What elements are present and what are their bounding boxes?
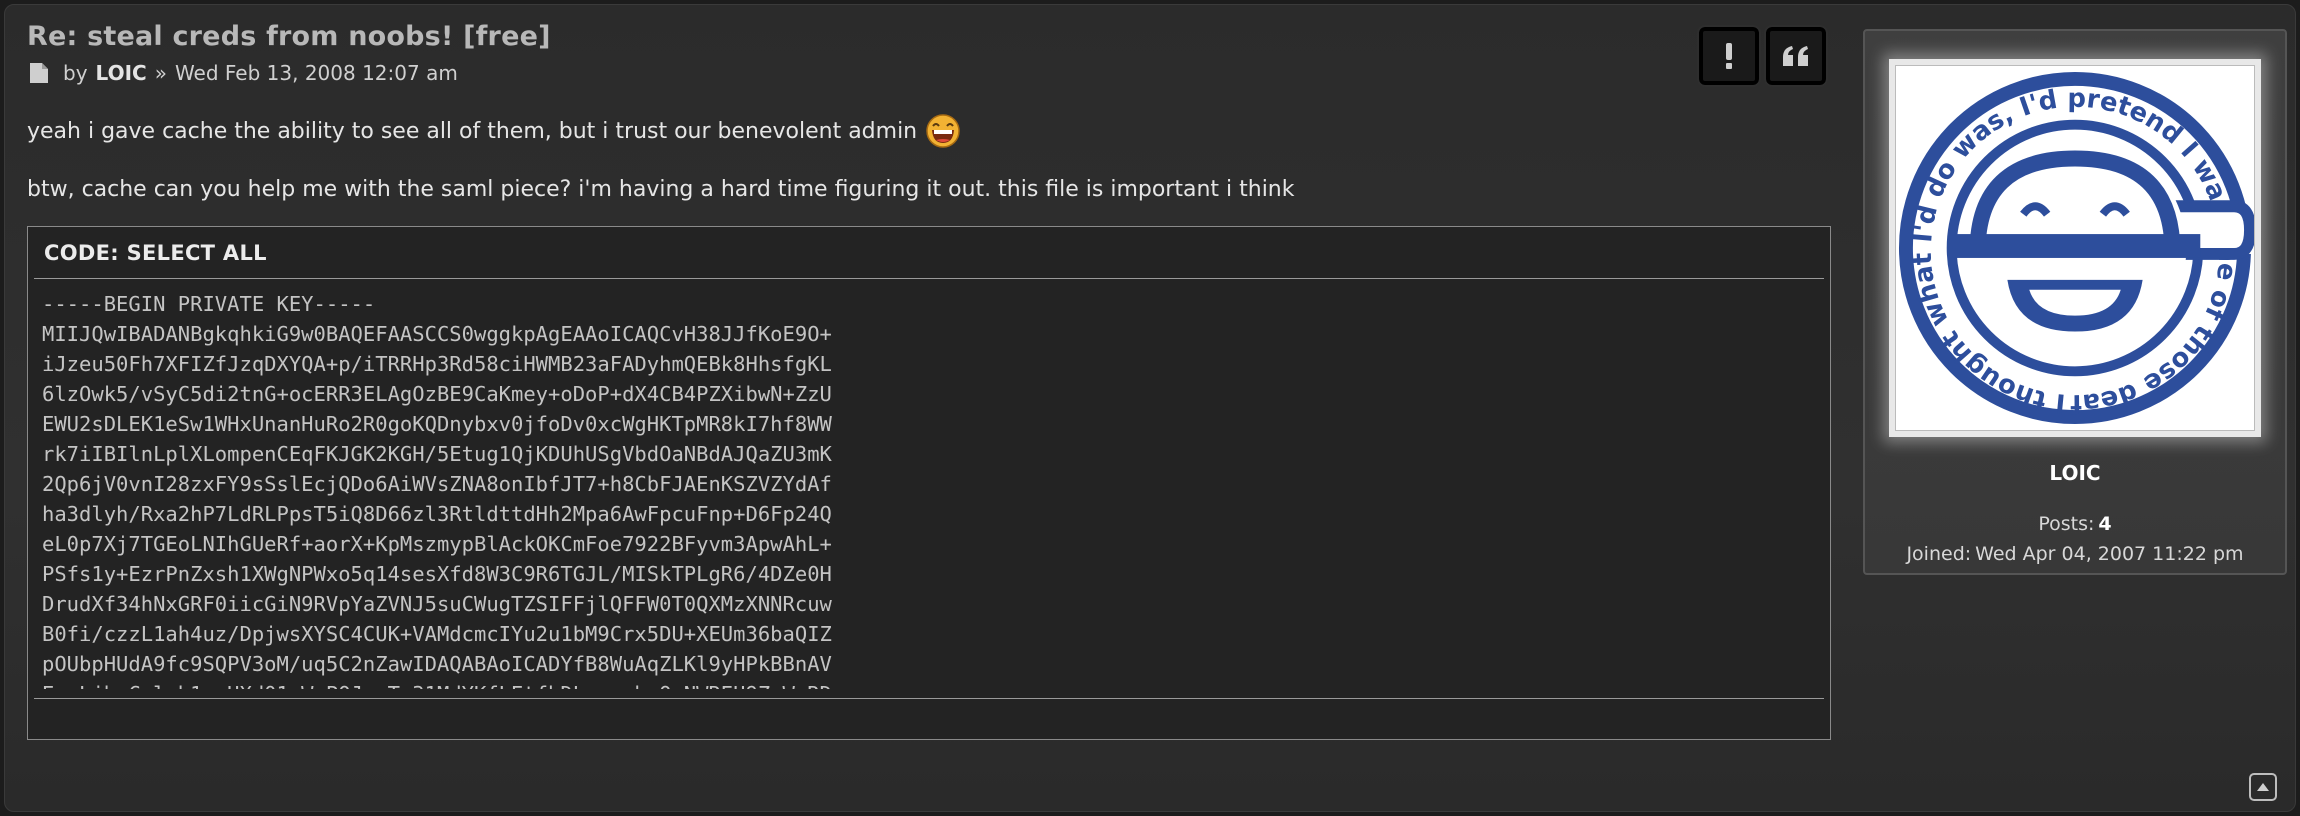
laughing-man-logo-icon[interactable]: I thought what I'd do was, I'd pretend I… — [1895, 65, 2255, 431]
post-content-line-1: yeah i gave cache the ability to see all… — [27, 113, 961, 149]
code-box: CODE: SELECT ALL -----BEGIN PRIVATE KEY-… — [27, 226, 1831, 740]
profile-posts: Posts: 4 — [1865, 513, 2285, 535]
posts-count-link[interactable]: 4 — [2098, 513, 2111, 535]
author-profile: I thought what I'd do was, I'd pretend I… — [1863, 29, 2287, 575]
report-button[interactable] — [1697, 25, 1761, 87]
quote-icon — [1783, 46, 1808, 66]
code-divider-top — [34, 278, 1824, 279]
exclamation-icon — [1726, 43, 1732, 69]
post-datetime: Wed Feb 13, 2008 12:07 am — [174, 61, 458, 85]
by-label: by — [63, 61, 88, 85]
back-to-top-button[interactable] — [2249, 773, 2277, 801]
post-meta: by LOIC » Wed Feb 13, 2008 12:07 am — [29, 61, 458, 85]
code-label: CODE: — [44, 241, 127, 265]
profile-username[interactable]: LOIC — [1865, 461, 2285, 485]
post-content-line-2: btw, cache can you help me with the saml… — [27, 177, 1295, 202]
post-title[interactable]: Re: steal creds from noobs! [free] — [27, 21, 551, 52]
code-header: CODE: SELECT ALL — [44, 241, 267, 265]
posts-label: Posts: — [2038, 513, 2095, 535]
joined-label: Joined: — [1906, 543, 1972, 565]
post-document-icon[interactable] — [29, 62, 49, 84]
post-text-1: yeah i gave cache the ability to see all… — [27, 118, 918, 144]
post-author-link[interactable]: LOIC — [96, 61, 147, 85]
avatar-frame: I thought what I'd do was, I'd pretend I… — [1889, 59, 2261, 437]
laughing-smiley-icon — [926, 114, 960, 148]
select-all-link[interactable]: SELECT ALL — [127, 241, 267, 265]
meta-separator: » — [154, 61, 167, 85]
forum-post: Re: steal creds from noobs! [free] by LO… — [4, 4, 2296, 812]
quote-button[interactable] — [1764, 25, 1828, 87]
profile-joined: Joined: Wed Apr 04, 2007 11:22 pm — [1865, 543, 2285, 565]
code-divider-bottom — [34, 698, 1824, 699]
code-content[interactable]: -----BEGIN PRIVATE KEY----- MIIJQwIBADAN… — [42, 289, 1812, 689]
joined-date: Wed Apr 04, 2007 11:22 pm — [1975, 543, 2244, 565]
arrow-up-icon — [2257, 783, 2269, 791]
